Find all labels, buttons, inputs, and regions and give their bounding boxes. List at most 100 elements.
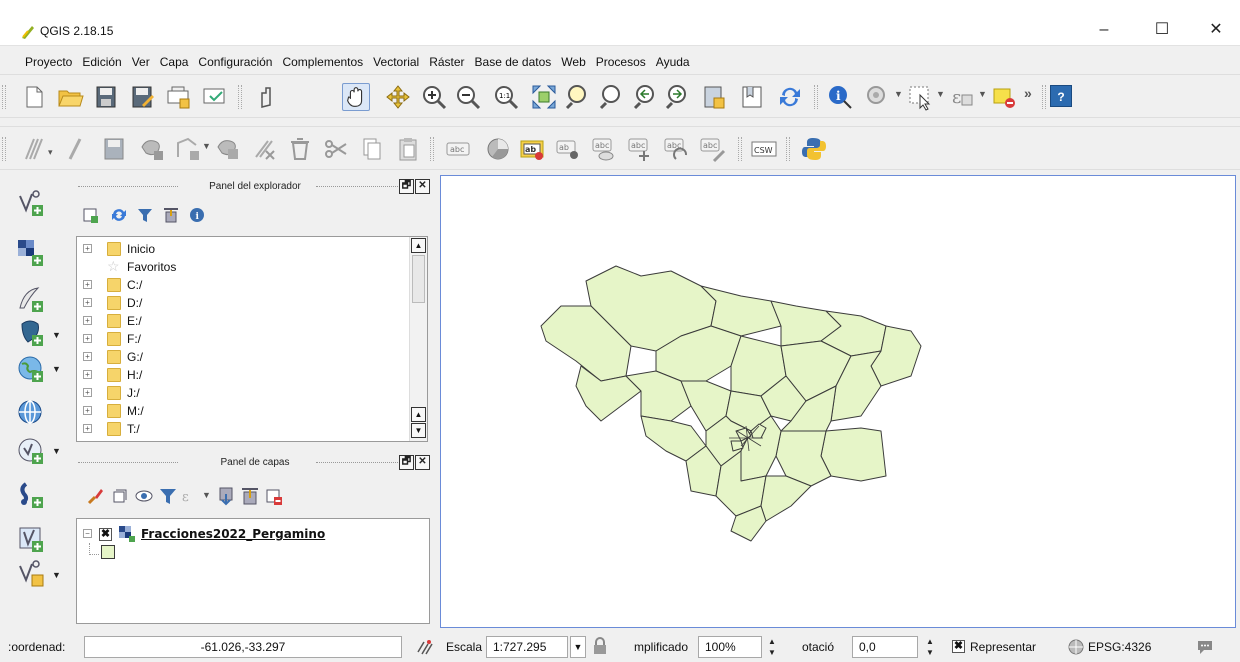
add-feature-icon[interactable] xyxy=(138,135,166,163)
scroll-down-button[interactable]: ▼ xyxy=(411,423,426,438)
cut-features-icon[interactable] xyxy=(322,135,350,163)
scroll-up-button[interactable]: ▲ xyxy=(411,407,426,422)
metasearch-csw-icon[interactable]: CSW xyxy=(750,135,778,163)
layer-labeling-options-icon[interactable]: abc xyxy=(444,135,472,163)
rotate-label-icon[interactable]: abc xyxy=(662,135,690,163)
expand-icon[interactable]: + xyxy=(83,334,92,343)
zoom-out-icon[interactable] xyxy=(454,83,482,111)
map-canvas[interactable] xyxy=(440,175,1236,628)
zoom-last-icon[interactable] xyxy=(632,83,660,111)
toggle-editing-icon[interactable] xyxy=(62,135,90,163)
close-button[interactable]: ✕ xyxy=(1196,18,1236,42)
add-wcs-layer-icon[interactable] xyxy=(16,436,46,466)
new-shapefile-layer-icon[interactable] xyxy=(16,558,46,588)
collapse-all-icon[interactable] xyxy=(240,486,260,506)
refresh-icon[interactable] xyxy=(776,83,804,111)
add-mssql-layer-icon[interactable] xyxy=(16,524,46,554)
open-project-icon[interactable] xyxy=(56,83,84,111)
identify-features-icon[interactable]: i xyxy=(826,83,854,111)
add-spatialite-layer-icon[interactable] xyxy=(16,480,46,510)
layer-item-fracciones[interactable]: − ✖ Fracciones2022_Pergamino xyxy=(83,525,423,543)
expand-icon[interactable]: + xyxy=(83,406,92,415)
add-wms-layer-icon[interactable] xyxy=(16,354,46,384)
new-print-composer-icon[interactable] xyxy=(164,83,192,111)
expand-all-icon[interactable] xyxy=(216,486,236,506)
browser-item-c[interactable]: + C:/ xyxy=(77,277,407,293)
menu-raster[interactable]: Ráster xyxy=(424,52,469,72)
change-label-icon[interactable]: abc xyxy=(698,135,726,163)
deselect-all-icon[interactable] xyxy=(990,83,1018,111)
scroll-up-button[interactable]: ▲ xyxy=(411,238,426,253)
dropdown-arrow-icon[interactable]: ▼ xyxy=(978,89,987,99)
delete-selected-icon[interactable] xyxy=(250,135,278,163)
pan-map-icon[interactable] xyxy=(342,83,370,111)
save-project-icon[interactable] xyxy=(92,83,120,111)
filter-by-expression-icon[interactable]: ε xyxy=(180,486,200,506)
dropdown-arrow-icon[interactable]: ▼ xyxy=(936,89,945,99)
add-postgis-layer-icon[interactable] xyxy=(16,318,46,348)
python-console-icon[interactable] xyxy=(800,135,828,163)
layer-styling-icon[interactable] xyxy=(86,486,106,506)
expand-icon[interactable]: + xyxy=(83,298,92,307)
trash-icon[interactable] xyxy=(286,135,314,163)
browser-item-d[interactable]: + D:/ xyxy=(77,295,407,311)
minimize-button[interactable]: – xyxy=(1084,18,1124,42)
add-wfs-layer-icon[interactable] xyxy=(16,398,46,428)
save-as-icon[interactable] xyxy=(128,83,156,111)
add-delimited-text-layer-icon[interactable] xyxy=(16,284,46,314)
dropdown-arrow-icon[interactable]: ▼ xyxy=(52,446,61,456)
new-project-icon[interactable] xyxy=(20,83,48,111)
add-raster-layer-icon[interactable] xyxy=(16,238,46,268)
add-group-icon[interactable] xyxy=(110,486,130,506)
collapse-all-icon[interactable] xyxy=(162,206,180,224)
browser-item-m[interactable]: + M:/ xyxy=(77,403,407,419)
browser-item-f[interactable]: + F:/ xyxy=(77,331,407,347)
show-bookmarks-icon[interactable] xyxy=(738,83,766,111)
layer-symbol-swatch[interactable] xyxy=(101,545,115,559)
new-bookmark-icon[interactable] xyxy=(700,83,728,111)
menu-edicion[interactable]: Edición xyxy=(77,52,126,72)
manage-visibility-icon[interactable] xyxy=(134,486,154,506)
toggle-extents-icon[interactable] xyxy=(416,638,434,656)
menu-ayuda[interactable]: Ayuda xyxy=(651,52,695,72)
browser-item-e[interactable]: + E:/ xyxy=(77,313,407,329)
highlight-pinned-labels-icon[interactable]: ab xyxy=(518,135,546,163)
dropdown-arrow-icon[interactable]: ▼ xyxy=(202,490,211,500)
rotation-field[interactable]: 0,0 xyxy=(852,636,918,658)
menu-vectorial[interactable]: Vectorial xyxy=(368,52,424,72)
select-by-expression-icon[interactable]: ε xyxy=(948,83,976,111)
touch-zoom-icon[interactable] xyxy=(252,83,280,111)
menu-ver[interactable]: Ver xyxy=(127,52,155,72)
show-hide-labels-icon[interactable]: abc xyxy=(590,135,618,163)
browser-scrollbar[interactable]: ▲ ▲ ▼ xyxy=(409,237,427,441)
menu-complementos[interactable]: Complementos xyxy=(277,52,368,72)
pin-labels-icon[interactable]: ab xyxy=(554,135,582,163)
expand-icon[interactable]: + xyxy=(83,316,92,325)
magnifier-spinner-icon[interactable]: ▲ ▼ xyxy=(768,636,776,658)
browser-item-t[interactable]: + T:/ xyxy=(77,421,407,437)
action-icon[interactable] xyxy=(864,83,892,111)
zoom-native-icon[interactable]: 1:1 xyxy=(492,83,520,111)
expand-icon[interactable]: + xyxy=(83,280,92,289)
dropdown-arrow-icon[interactable]: ▼ xyxy=(52,570,61,580)
move-label-icon[interactable]: abc xyxy=(626,135,654,163)
expand-icon[interactable]: + xyxy=(83,244,92,253)
add-vector-layer-icon[interactable] xyxy=(16,188,46,218)
close-panel-button[interactable]: ✕ xyxy=(415,179,430,194)
layers-panel-title-bar[interactable]: Panel de capas 🗗 ✕ xyxy=(74,452,436,474)
dropdown-arrow-icon[interactable]: ▼ xyxy=(202,141,211,151)
browser-item-h[interactable]: + H:/ xyxy=(77,367,407,383)
close-panel-button[interactable]: ✕ xyxy=(415,455,430,470)
toolbar-overflow-button[interactable]: » xyxy=(1024,85,1032,101)
browser-item-inicio[interactable]: + Inicio xyxy=(77,241,407,257)
menu-proyecto[interactable]: Proyecto xyxy=(20,52,77,72)
messages-icon[interactable] xyxy=(1196,639,1214,655)
expand-icon[interactable]: + xyxy=(83,388,92,397)
expand-icon[interactable]: + xyxy=(83,352,92,361)
magnifier-field[interactable]: 100% xyxy=(698,636,762,658)
zoom-in-icon[interactable] xyxy=(420,83,448,111)
filter-legend-icon[interactable] xyxy=(158,486,178,506)
maximize-button[interactable]: ☐ xyxy=(1142,18,1182,42)
zoom-full-icon[interactable] xyxy=(530,83,558,111)
dropdown-arrow-icon[interactable]: ▼ xyxy=(52,364,61,374)
